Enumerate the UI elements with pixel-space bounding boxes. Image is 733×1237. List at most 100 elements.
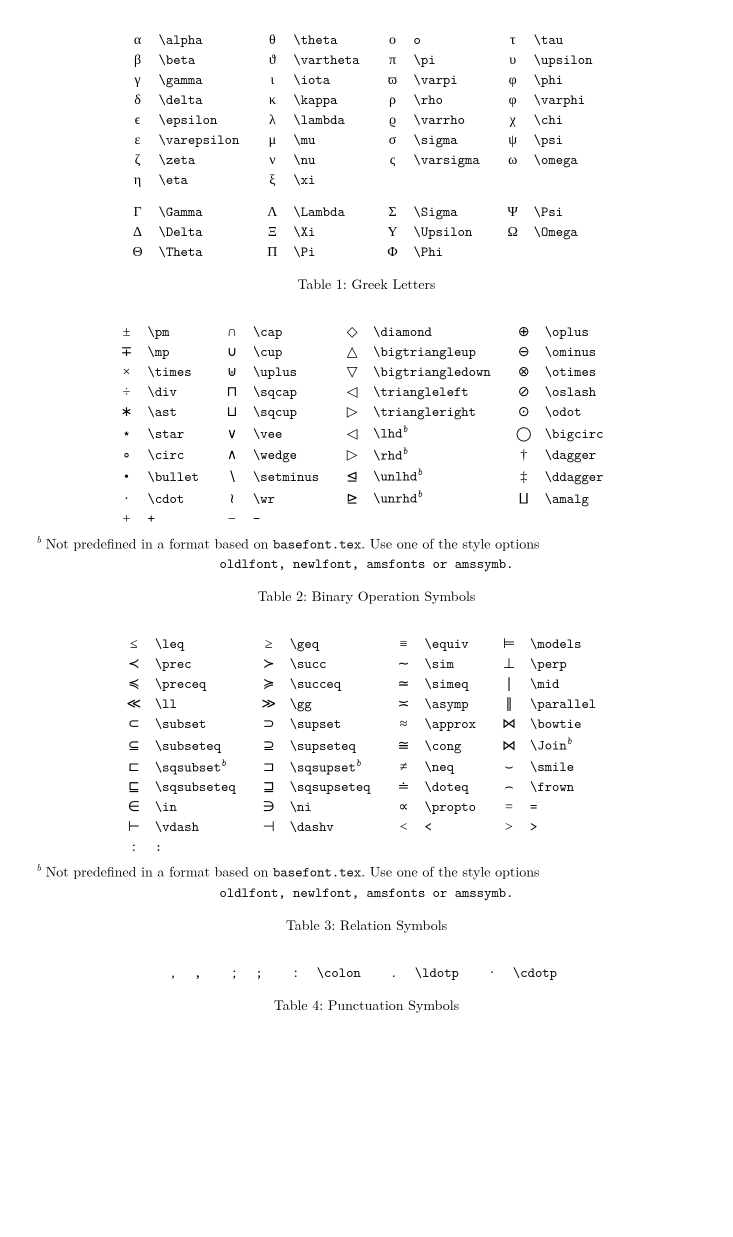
symbol-glyph xyxy=(337,509,367,529)
symbol-glyph: ⊗ xyxy=(509,362,539,382)
symbol-command: \leq xyxy=(149,634,254,654)
symbol-glyph: Σ xyxy=(378,202,408,222)
symbol-command: \bullet xyxy=(141,465,216,487)
symbol-glyph: φ xyxy=(498,90,528,110)
table-block-3: ≤\leq≥\geq≡\equiv⊨\models≺\prec≻\succ∼\s… xyxy=(20,634,713,935)
symbol-command: \unrhdb xyxy=(367,487,509,509)
symbol-command: \pi xyxy=(408,50,498,70)
symbol-command: \oslash xyxy=(539,382,622,402)
symbol-command: \oplus xyxy=(539,322,622,342)
symbol-glyph: ⊂ xyxy=(119,714,149,734)
symbol-glyph: Π xyxy=(257,242,287,262)
symbol-glyph: > xyxy=(494,817,524,837)
symbol-command: \ominus xyxy=(539,342,622,362)
symbol-command: \star xyxy=(141,422,216,444)
symbol-glyph: δ xyxy=(123,90,153,110)
symbol-command: \pm xyxy=(141,322,216,342)
symbol-command: \mp xyxy=(141,342,216,362)
symbol-glyph: ν xyxy=(257,150,287,170)
footnote: b Not predefined in a format based on ba… xyxy=(37,533,697,574)
symbol-glyph: ◯ xyxy=(509,422,539,444)
symbol-command: \triangleright xyxy=(367,402,509,422)
symbol-command: \preceq xyxy=(149,674,254,694)
symbol-glyph: + xyxy=(111,509,141,529)
table-block-2: ±\pm∩\cap◇\diamond⊕\oplus∓\mp∪\cup△\bigt… xyxy=(20,322,713,606)
symbol-glyph: ± xyxy=(111,322,141,342)
symbol-command: \cdotp xyxy=(507,963,575,983)
symbol-command: \cdot xyxy=(141,487,216,509)
symbol-command: \bigtriangleup xyxy=(367,342,509,362)
symbol-command: \approx xyxy=(419,714,494,734)
symbol-command: = xyxy=(524,797,614,817)
symbol-glyph: · xyxy=(111,487,141,509)
symbol-table: ,,;;:\colon.\ldotp·\cdotp xyxy=(158,963,575,983)
symbol-command: \neq xyxy=(419,756,494,778)
symbol-glyph: ≼ xyxy=(119,674,149,694)
symbol-glyph: ⋆ xyxy=(111,422,141,444)
symbol-glyph: ∪ xyxy=(217,342,247,362)
symbol-glyph: ζ xyxy=(123,150,153,170)
symbol-command: \propto xyxy=(419,797,494,817)
symbol-glyph: ⊵ xyxy=(337,487,367,509)
symbol-glyph: ϑ xyxy=(257,50,287,70)
symbol-glyph: ∈ xyxy=(119,797,149,817)
symbol-glyph xyxy=(498,242,528,262)
symbol-command: \xi xyxy=(287,170,377,190)
symbol-command: \simeq xyxy=(419,674,494,694)
symbol-glyph: ≥ xyxy=(254,634,284,654)
symbol-command: \dagger xyxy=(539,444,622,466)
symbol-command: \subset xyxy=(149,714,254,734)
symbol-command: \psi xyxy=(528,130,611,150)
symbol-glyph: η xyxy=(123,170,153,190)
symbol-command: \alpha xyxy=(153,30,258,50)
footnote: b Not predefined in a format based on ba… xyxy=(37,861,697,902)
symbol-command: \Gamma xyxy=(153,202,258,222)
symbol-command: \vdash xyxy=(149,817,254,837)
symbol-command: \gg xyxy=(284,694,389,714)
symbol-command: : xyxy=(149,837,254,857)
symbol-glyph: ⊃ xyxy=(254,714,284,734)
symbol-glyph: ρ xyxy=(378,90,408,110)
symbol-command: \epsilon xyxy=(153,110,258,130)
symbol-glyph: ⊆ xyxy=(119,734,149,756)
symbol-glyph: ≻ xyxy=(254,654,284,674)
symbol-command: \omega xyxy=(528,150,611,170)
table-caption: Table 2: Binary Operation Symbols xyxy=(20,586,713,606)
symbol-command: \geq xyxy=(284,634,389,654)
symbol-glyph xyxy=(494,837,524,857)
symbol-glyph xyxy=(389,837,419,857)
symbol-glyph: ⊒ xyxy=(254,777,284,797)
symbol-glyph: ≠ xyxy=(389,756,419,778)
symbol-command: \bowtie xyxy=(524,714,614,734)
symbol-command: \odot xyxy=(539,402,622,422)
document-body: α\alphaθ\thetaooτ\tauβ\betaϑ\varthetaπ\p… xyxy=(20,30,713,1015)
symbol-glyph: ς xyxy=(378,150,408,170)
symbol-glyph: ∋ xyxy=(254,797,284,817)
symbol-glyph: ∼ xyxy=(389,654,419,674)
symbol-command: \unlhdb xyxy=(367,465,509,487)
symbol-command: < xyxy=(419,817,494,837)
symbol-command: \subseteq xyxy=(149,734,254,756)
symbol-command: \bigtriangledown xyxy=(367,362,509,382)
symbol-glyph: . xyxy=(379,963,409,983)
symbol-glyph: ; xyxy=(219,963,249,983)
symbol-glyph: Φ xyxy=(378,242,408,262)
symbol-glyph: ‡ xyxy=(509,465,539,487)
symbol-command: \Phi xyxy=(408,242,498,262)
symbol-command: \nu xyxy=(287,150,377,170)
symbol-command: \varepsilon xyxy=(153,130,258,150)
symbol-glyph: Θ xyxy=(123,242,153,262)
symbol-glyph: ≅ xyxy=(389,734,419,756)
symbol-glyph: Δ xyxy=(123,222,153,242)
symbol-glyph: ∣ xyxy=(494,674,524,694)
symbol-glyph: ⊕ xyxy=(509,322,539,342)
symbol-glyph: λ xyxy=(257,110,287,130)
symbol-command: \Joinb xyxy=(524,734,614,756)
symbol-command: \Sigma xyxy=(408,202,498,222)
symbol-command: \wr xyxy=(247,487,337,509)
symbol-command: \circ xyxy=(141,444,216,466)
symbol-command: \Upsilon xyxy=(408,222,498,242)
symbol-glyph: ∧ xyxy=(217,444,247,466)
symbol-glyph xyxy=(509,509,539,529)
symbol-command: - xyxy=(247,509,337,529)
